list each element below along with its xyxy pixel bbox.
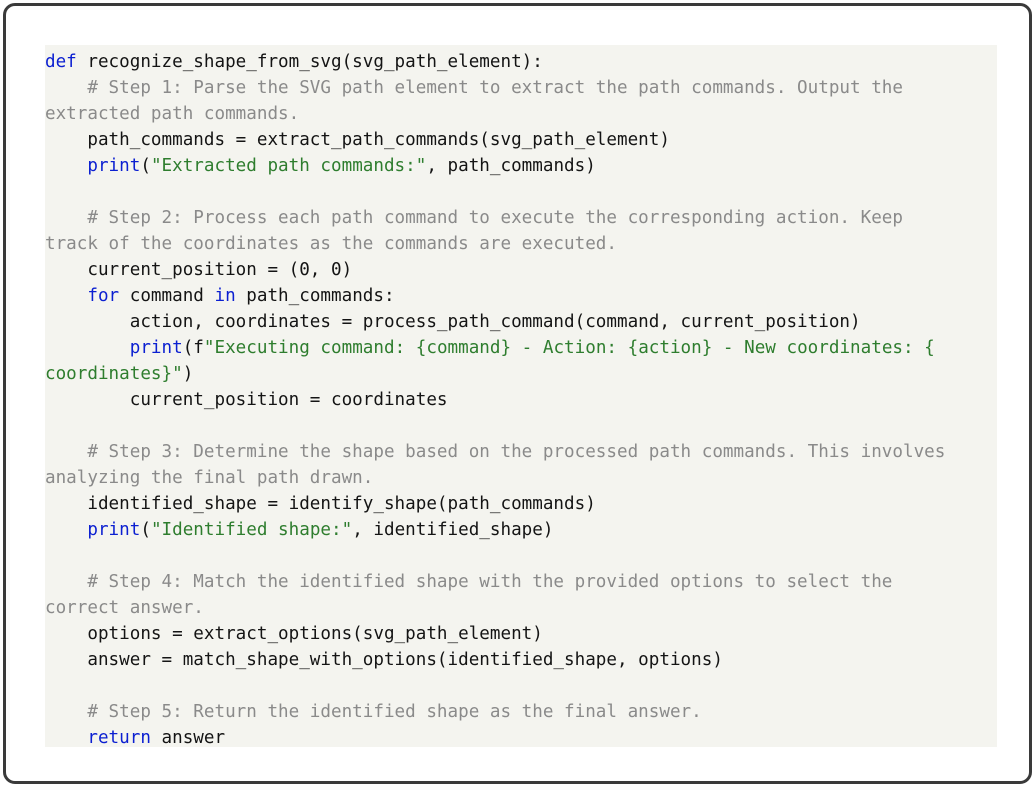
code-comment-line: analyzing the final path drawn. (45, 465, 373, 491)
code-text: (f (182, 338, 204, 358)
code-keyword: in (214, 286, 236, 306)
code-string: "Executing command: {command} - Action: … (203, 338, 935, 358)
code-keyword: def (45, 52, 77, 72)
code-block: def recognize_shape_from_svg(svg_path_el… (45, 45, 997, 748)
code-line: return answer (45, 725, 225, 751)
code-comment: track of the coordinates as the commands… (45, 234, 617, 254)
code-keyword: print (87, 156, 141, 176)
code-comment: correct answer. (45, 598, 204, 618)
code-line: path_commands = extract_path_commands(sv… (45, 127, 670, 153)
code-comment: analyzing the final path drawn. (45, 468, 374, 488)
code-keyword: for (87, 286, 120, 306)
code-text: current_position = (0, 0) (45, 260, 353, 280)
code-line: print("Identified shape:", identified_sh… (45, 517, 553, 543)
code-text: answer (150, 728, 226, 748)
code-string: "Identified shape:" (150, 520, 353, 540)
code-comment-line: # Step 5: Return the identified shape as… (45, 699, 702, 725)
code-text: ( (140, 520, 151, 540)
code-line: identified_shape = identify_shape(path_c… (45, 491, 596, 517)
code-text: , identified_shape) (352, 520, 554, 540)
code-string: coordinates}" (45, 364, 183, 384)
code-text: action, coordinates = process_path_comma… (45, 312, 861, 332)
code-comment-line: track of the coordinates as the commands… (45, 231, 617, 257)
code-string: "Extracted path commands:" (150, 156, 427, 176)
code-line: answer = match_shape_with_options(identi… (45, 647, 723, 673)
code-comment: # Step 1: Parse the SVG path element to … (45, 78, 903, 98)
code-text: ( (140, 156, 151, 176)
code-text: answer = match_shape_with_options(identi… (45, 650, 723, 670)
code-line: print(f"Executing command: {command} - A… (45, 335, 935, 361)
code-line: for command in path_commands: (45, 283, 395, 309)
code-text: current_position = coordinates (45, 390, 448, 410)
code-line: action, coordinates = process_path_comma… (45, 309, 861, 335)
code-comment-line: # Step 3: Determine the shape based on t… (45, 439, 945, 465)
code-listing-frame: def recognize_shape_from_svg(svg_path_el… (3, 3, 1032, 784)
code-comment: # Step 2: Process each path command to e… (45, 208, 903, 228)
code-text: options = extract_options(svg_path_eleme… (45, 624, 543, 644)
code-line: def recognize_shape_from_svg(svg_path_el… (45, 49, 543, 75)
code-line: options = extract_options(svg_path_eleme… (45, 621, 543, 647)
code-comment-line: # Step 4: Match the identified shape wit… (45, 569, 892, 595)
code-comment-line: # Step 1: Parse the SVG path element to … (45, 75, 903, 101)
code-keyword: print (129, 338, 183, 358)
code-comment: # Step 4: Match the identified shape wit… (45, 572, 893, 592)
code-text: , path_commands) (426, 156, 596, 176)
code-keyword: return (87, 728, 151, 748)
code-text: command (119, 286, 215, 306)
code-text: path_commands: (235, 286, 395, 306)
code-text: path_commands = extract_path_commands(sv… (45, 130, 670, 150)
code-keyword: print (87, 520, 141, 540)
code-line: current_position = (0, 0) (45, 257, 352, 283)
code-comment: # Step 3: Determine the shape based on t… (45, 442, 946, 462)
code-comment-line: extracted path commands. (45, 101, 299, 127)
code-comment-line: correct answer. (45, 595, 204, 621)
code-line: print("Extracted path commands:", path_c… (45, 153, 596, 179)
code-text: identified_shape = identify_shape(path_c… (45, 494, 596, 514)
code-line: current_position = coordinates (45, 387, 448, 413)
code-comment-line: # Step 2: Process each path command to e… (45, 205, 903, 231)
code-comment: # Step 5: Return the identified shape as… (45, 702, 702, 722)
code-comment: extracted path commands. (45, 104, 300, 124)
code-text: ) (182, 364, 194, 384)
code-line: coordinates}") (45, 361, 193, 387)
code-text: recognize_shape_from_svg(svg_path_elemen… (76, 52, 543, 72)
